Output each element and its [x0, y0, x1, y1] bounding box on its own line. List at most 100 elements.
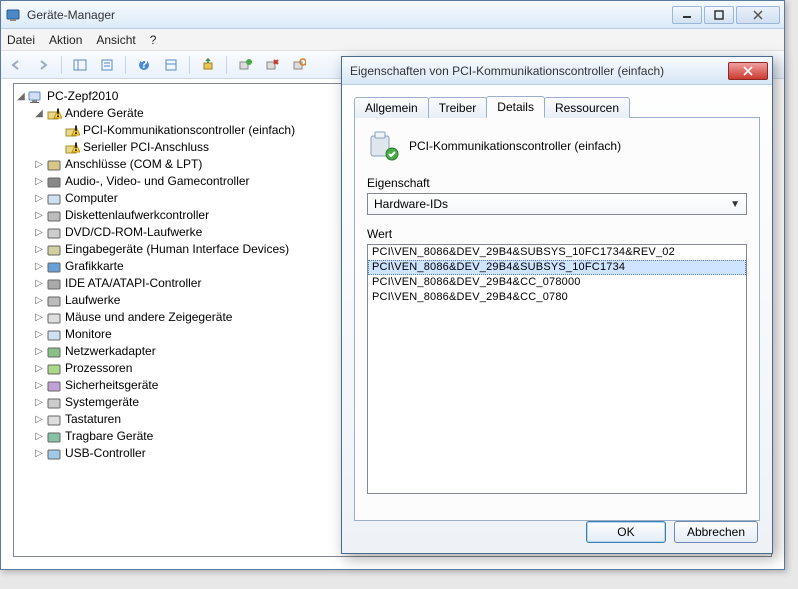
svg-text:!: !: [74, 123, 78, 137]
ok-button[interactable]: OK: [586, 521, 666, 543]
tree-icon: [46, 276, 62, 292]
properties-dialog: Eigenschaften von PCI-Kommunikationscont…: [341, 56, 773, 554]
tab-driver[interactable]: Treiber: [428, 97, 488, 118]
expand-icon[interactable]: ▷: [32, 241, 46, 258]
tree-label: Grafikkarte: [65, 258, 124, 275]
back-button[interactable]: [5, 54, 27, 76]
expand-icon[interactable]: ▷: [32, 343, 46, 360]
tree-label: Prozessoren: [65, 360, 132, 377]
scan-hardware-button[interactable]: [288, 54, 310, 76]
expand-icon[interactable]: ▷: [32, 156, 46, 173]
device-icon: [367, 130, 399, 162]
hardware-id-row[interactable]: PCI\VEN_8086&DEV_29B4&SUBSYS_10FC1734&RE…: [368, 245, 746, 260]
tree-label: Computer: [65, 190, 118, 207]
dialog-close-button[interactable]: [728, 62, 768, 80]
uninstall-device-button[interactable]: [261, 54, 283, 76]
tree-label: Sicherheitsgeräte: [65, 377, 158, 394]
tree-label: Mäuse und andere Zeigegeräte: [65, 309, 232, 326]
device-name: PCI-Kommunikationscontroller (einfach): [409, 139, 621, 153]
tree-label: Diskettenlaufwerkcontroller: [65, 207, 209, 224]
tree-icon: [46, 412, 62, 428]
main-titlebar[interactable]: Geräte-Manager: [1, 1, 784, 29]
tree-icon: [46, 327, 62, 343]
tree-icon: [28, 89, 44, 105]
expand-icon[interactable]: ▷: [32, 360, 46, 377]
expand-icon[interactable]: ▷: [32, 275, 46, 292]
app-icon: [5, 7, 21, 23]
property-combo[interactable]: Hardware-IDs ▼: [367, 193, 747, 215]
expand-icon[interactable]: ▷: [32, 258, 46, 275]
tab-general[interactable]: Allgemein: [354, 97, 429, 118]
expand-icon[interactable]: ▷: [32, 309, 46, 326]
tree-icon: [46, 259, 62, 275]
expand-icon[interactable]: ▷: [32, 326, 46, 343]
expand-icon[interactable]: ▷: [32, 173, 46, 190]
dialog-titlebar[interactable]: Eigenschaften von PCI-Kommunikationscont…: [342, 57, 772, 85]
expand-icon[interactable]: ▷: [32, 445, 46, 462]
chevron-down-icon: ▼: [730, 199, 740, 210]
tree-icon: [46, 191, 62, 207]
tree-icon: [46, 429, 62, 445]
minimize-button[interactable]: [672, 6, 702, 24]
dialog-title: Eigenschaften von PCI-Kommunikationscont…: [346, 64, 728, 78]
tree-label: Netzwerkadapter: [65, 343, 156, 360]
cancel-button[interactable]: Abbrechen: [674, 521, 758, 543]
menubar: Datei Aktion Ansicht ?: [1, 29, 784, 51]
enable-device-button[interactable]: [234, 54, 256, 76]
svg-text:!: !: [74, 140, 78, 154]
tree-label: PCI-Kommunikationscontroller (einfach): [83, 122, 295, 139]
tree-label: Eingabegeräte (Human Interface Devices): [65, 241, 289, 258]
property-combo-value: Hardware-IDs: [374, 197, 448, 211]
expand-icon[interactable]: ◢: [14, 88, 28, 105]
show-hide-tree-button[interactable]: [69, 54, 91, 76]
close-button[interactable]: [736, 6, 780, 24]
tree-label: Tastaturen: [65, 411, 121, 428]
view-button[interactable]: [160, 54, 182, 76]
tree-icon: !: [46, 106, 62, 122]
tree-label: Andere Geräte: [65, 105, 144, 122]
tree-label: Monitore: [65, 326, 112, 343]
expand-icon[interactable]: ▷: [32, 292, 46, 309]
expand-icon[interactable]: ◢: [32, 105, 46, 122]
tree-icon: [46, 310, 62, 326]
tree-icon: [46, 293, 62, 309]
main-title: Geräte-Manager: [27, 8, 672, 22]
menu-action[interactable]: Aktion: [49, 33, 82, 47]
expand-icon[interactable]: ▷: [32, 190, 46, 207]
tree-icon: [46, 225, 62, 241]
help-button[interactable]: ?: [133, 54, 155, 76]
expand-icon[interactable]: ▷: [32, 207, 46, 224]
details-panel: PCI-Kommunikationscontroller (einfach) E…: [354, 117, 760, 521]
tree-label: Anschlüsse (COM & LPT): [65, 156, 202, 173]
tree-icon: [46, 395, 62, 411]
menu-view[interactable]: Ansicht: [96, 33, 135, 47]
tree-label: Serieller PCI-Anschluss: [83, 139, 209, 156]
value-label: Wert: [367, 227, 747, 241]
tab-resources[interactable]: Ressourcen: [544, 97, 630, 118]
tree-icon: [46, 208, 62, 224]
tree-label: DVD/CD-ROM-Laufwerke: [65, 224, 202, 241]
expand-icon[interactable]: ▷: [32, 411, 46, 428]
expand-icon[interactable]: ▷: [32, 428, 46, 445]
hardware-id-row[interactable]: PCI\VEN_8086&DEV_29B4&SUBSYS_10FC1734: [368, 260, 746, 275]
hardware-id-row[interactable]: PCI\VEN_8086&DEV_29B4&CC_078000: [368, 275, 746, 290]
menu-file[interactable]: Datei: [7, 33, 35, 47]
value-listbox[interactable]: PCI\VEN_8086&DEV_29B4&SUBSYS_10FC1734&RE…: [367, 244, 747, 494]
expand-icon[interactable]: ▷: [32, 394, 46, 411]
tree-label: Tragbare Geräte: [65, 428, 153, 445]
hardware-id-row[interactable]: PCI\VEN_8086&DEV_29B4&CC_0780: [368, 290, 746, 305]
update-driver-button[interactable]: [197, 54, 219, 76]
tree-icon: [46, 446, 62, 462]
tree-label: IDE ATA/ATAPI-Controller: [65, 275, 201, 292]
svg-text:?: ?: [140, 58, 147, 71]
menu-help[interactable]: ?: [150, 33, 157, 47]
properties-button[interactable]: [96, 54, 118, 76]
tree-icon: [46, 157, 62, 173]
forward-button[interactable]: [32, 54, 54, 76]
tree-label: Systemgeräte: [65, 394, 139, 411]
expand-icon[interactable]: ▷: [32, 224, 46, 241]
tree-label: PC-Zepf2010: [47, 88, 118, 105]
expand-icon[interactable]: ▷: [32, 377, 46, 394]
maximize-button[interactable]: [704, 6, 734, 24]
tab-details[interactable]: Details: [486, 96, 545, 118]
